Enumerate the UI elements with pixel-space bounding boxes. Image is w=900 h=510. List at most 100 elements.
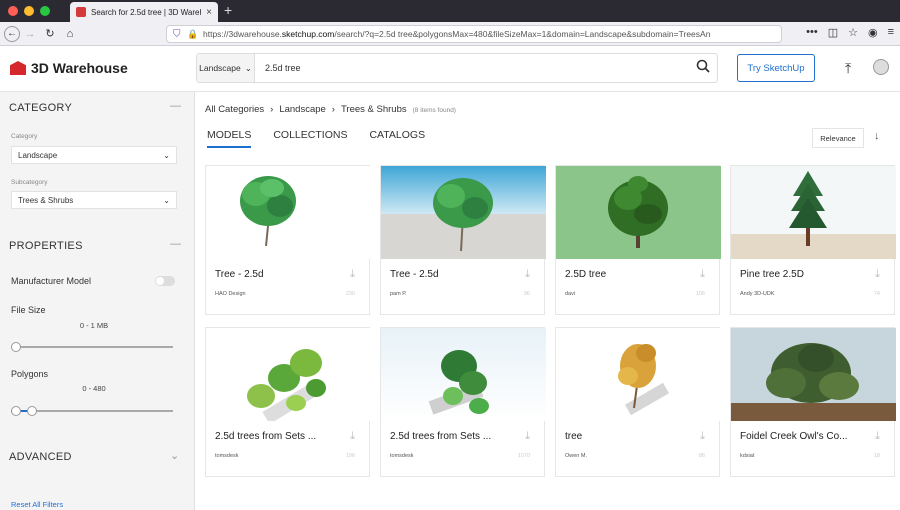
model-thumbnail[interactable] — [381, 328, 546, 421]
download-icon[interactable]: ⤓ — [700, 430, 705, 443]
model-author[interactable]: Andy 3D-UDK — [740, 291, 775, 297]
model-thumbnail[interactable] — [381, 166, 546, 259]
model-thumbnail[interactable] — [556, 328, 721, 421]
lock-icon[interactable]: 🔒 — [187, 29, 198, 40]
collapse-icon[interactable]: — — [170, 238, 181, 250]
more-icon[interactable]: ••• — [806, 26, 818, 39]
model-author[interactable]: pam P. — [390, 291, 407, 297]
close-window-button[interactable] — [8, 6, 18, 16]
download-icon[interactable]: ⤓ — [525, 430, 530, 443]
breadcrumb-all-categories[interactable]: All Categories — [205, 104, 264, 115]
model-card[interactable]: Tree - 2.5d pam P. ⤓ 96 — [380, 165, 546, 315]
category-label: Category — [11, 133, 38, 140]
model-author[interactable]: davi — [565, 291, 575, 297]
search-input[interactable] — [255, 63, 689, 73]
properties-section-title[interactable]: PROPERTIES — [9, 240, 83, 252]
try-sketchup-button[interactable]: Try SketchUp — [737, 54, 815, 82]
category-section-title[interactable]: CATEGORY — [9, 102, 72, 114]
category-select[interactable]: Landscape ⌄ — [11, 146, 177, 164]
download-count: 74 — [873, 291, 880, 297]
model-author[interactable]: kdsiat — [740, 453, 754, 459]
model-title[interactable]: 2.5d trees from Sets ... — [390, 431, 510, 442]
model-title[interactable]: Tree - 2.5d — [390, 269, 510, 280]
pocket-icon[interactable]: ◫ — [828, 26, 838, 39]
model-title[interactable]: Foidel Creek Owl's Co... — [740, 431, 860, 442]
model-card[interactable]: 2.5d trees from Sets ... tomsdesk ⤓ 196 — [205, 327, 371, 477]
model-card[interactable]: 2.5D tree davi ⤓ 106 — [555, 165, 721, 315]
account-icon[interactable]: ◉ — [868, 26, 878, 39]
menu-icon[interactable]: ≡ — [888, 26, 894, 39]
model-card[interactable]: tree Owen M. ⤓ 86 — [555, 327, 721, 477]
model-title[interactable]: tree — [565, 431, 685, 442]
polygons-max-handle[interactable] — [27, 406, 37, 416]
download-icon[interactable]: ⤓ — [700, 268, 705, 281]
model-title[interactable]: 2.5D tree — [565, 269, 685, 280]
breadcrumb-landscape[interactable]: Landscape — [279, 104, 325, 115]
browser-toolbar: ••• ◫ ☆ ◉ ≡ — [806, 26, 894, 39]
model-thumbnail[interactable] — [206, 328, 371, 421]
model-thumbnail[interactable] — [556, 166, 721, 259]
model-thumbnail[interactable] — [206, 166, 371, 259]
close-tab-icon[interactable]: × — [206, 7, 212, 18]
maximize-window-button[interactable] — [40, 6, 50, 16]
polygons-min-handle[interactable] — [11, 406, 21, 416]
reload-icon[interactable]: ↻ — [40, 27, 60, 40]
collapse-icon[interactable]: — — [170, 100, 181, 112]
chevron-down-icon[interactable]: ⌄ — [170, 449, 179, 462]
download-icon[interactable]: ⤓ — [350, 268, 355, 281]
model-thumbnail[interactable] — [731, 328, 896, 421]
forward-icon[interactable]: → — [20, 28, 40, 40]
shield-icon[interactable]: ⛉ — [173, 29, 181, 40]
avatar[interactable] — [873, 59, 889, 75]
tab-models[interactable]: MODELS — [207, 129, 252, 148]
reset-filters-link[interactable]: Reset All Filters — [11, 500, 63, 509]
advanced-section-title[interactable]: ADVANCED — [9, 451, 72, 463]
new-tab-icon[interactable]: + — [224, 2, 232, 18]
model-title[interactable]: Tree - 2.5d — [215, 269, 335, 280]
result-tabs: MODELS COLLECTIONS CATALOGS — [207, 129, 425, 148]
logo[interactable]: 3D Warehouse — [10, 60, 128, 76]
back-icon[interactable]: ← — [4, 25, 20, 42]
model-author[interactable]: HAO Design — [215, 291, 246, 297]
url-path: /search/?q=2.5d tree&polygonsMax=480&fil… — [334, 29, 711, 39]
sort-direction-icon[interactable]: ↓ — [874, 130, 880, 142]
warehouse-logo-icon — [10, 61, 26, 75]
download-icon[interactable]: ⤓ — [525, 268, 530, 281]
bookmark-star-icon[interactable]: ☆ — [848, 26, 858, 39]
url-bar[interactable]: ⛉ 🔒 https://3dwarehouse. sketchup.com/sea… — [166, 25, 782, 43]
search-category-dropdown[interactable]: Landscape ⌄ — [197, 54, 255, 82]
model-author[interactable]: tomsdesk — [215, 453, 239, 459]
upload-icon[interactable]: ⤒ — [845, 60, 851, 77]
polygons-slider[interactable] — [11, 406, 173, 416]
file-size-slider[interactable] — [11, 342, 173, 352]
minimize-window-button[interactable] — [24, 6, 34, 16]
download-icon[interactable]: ⤓ — [875, 268, 880, 281]
subcategory-select[interactable]: Trees & Shrubs ⌄ — [11, 191, 177, 209]
model-card[interactable]: Foidel Creek Owl's Co... kdsiat ⤓ 18 — [730, 327, 896, 477]
tab-collections[interactable]: COLLECTIONS — [273, 129, 347, 148]
model-title[interactable]: Pine tree 2.5D — [740, 269, 860, 280]
model-card[interactable]: Pine tree 2.5D Andy 3D-UDK ⤓ 74 — [730, 165, 896, 315]
model-card[interactable]: Tree - 2.5d HAO Design ⤓ 230 — [205, 165, 371, 315]
download-icon[interactable]: ⤓ — [350, 430, 355, 443]
chevron-right-icon: › — [270, 104, 274, 115]
search-bar: Landscape ⌄ — [196, 53, 718, 83]
filter-sidebar: CATEGORY — Category Landscape ⌄ Subcateg… — [0, 92, 195, 510]
home-icon[interactable]: ⌂ — [60, 28, 80, 40]
browser-tab-bar: Search for 2.5d tree | 3D Wareh × + — [0, 0, 900, 22]
model-author[interactable]: Owen M. — [565, 453, 587, 459]
manufacturer-model-toggle[interactable] — [155, 276, 175, 286]
sort-dropdown[interactable]: Relevance — [812, 128, 864, 148]
model-author[interactable]: tomsdesk — [390, 453, 414, 459]
download-count: 106 — [695, 291, 705, 297]
search-icon[interactable] — [689, 59, 717, 77]
download-icon[interactable]: ⤓ — [875, 430, 880, 443]
model-thumbnail[interactable] — [731, 166, 896, 259]
model-card[interactable]: 2.5d trees from Sets ... tomsdesk ⤓ 1070 — [380, 327, 546, 477]
breadcrumb-trees-shrubs[interactable]: Trees & Shrubs — [341, 104, 407, 115]
category-value: Landscape — [18, 150, 58, 160]
file-size-handle[interactable] — [11, 342, 21, 352]
browser-tab[interactable]: Search for 2.5d tree | 3D Wareh × — [70, 2, 218, 22]
tab-catalogs[interactable]: CATALOGS — [369, 129, 425, 148]
model-title[interactable]: 2.5d trees from Sets ... — [215, 431, 335, 442]
